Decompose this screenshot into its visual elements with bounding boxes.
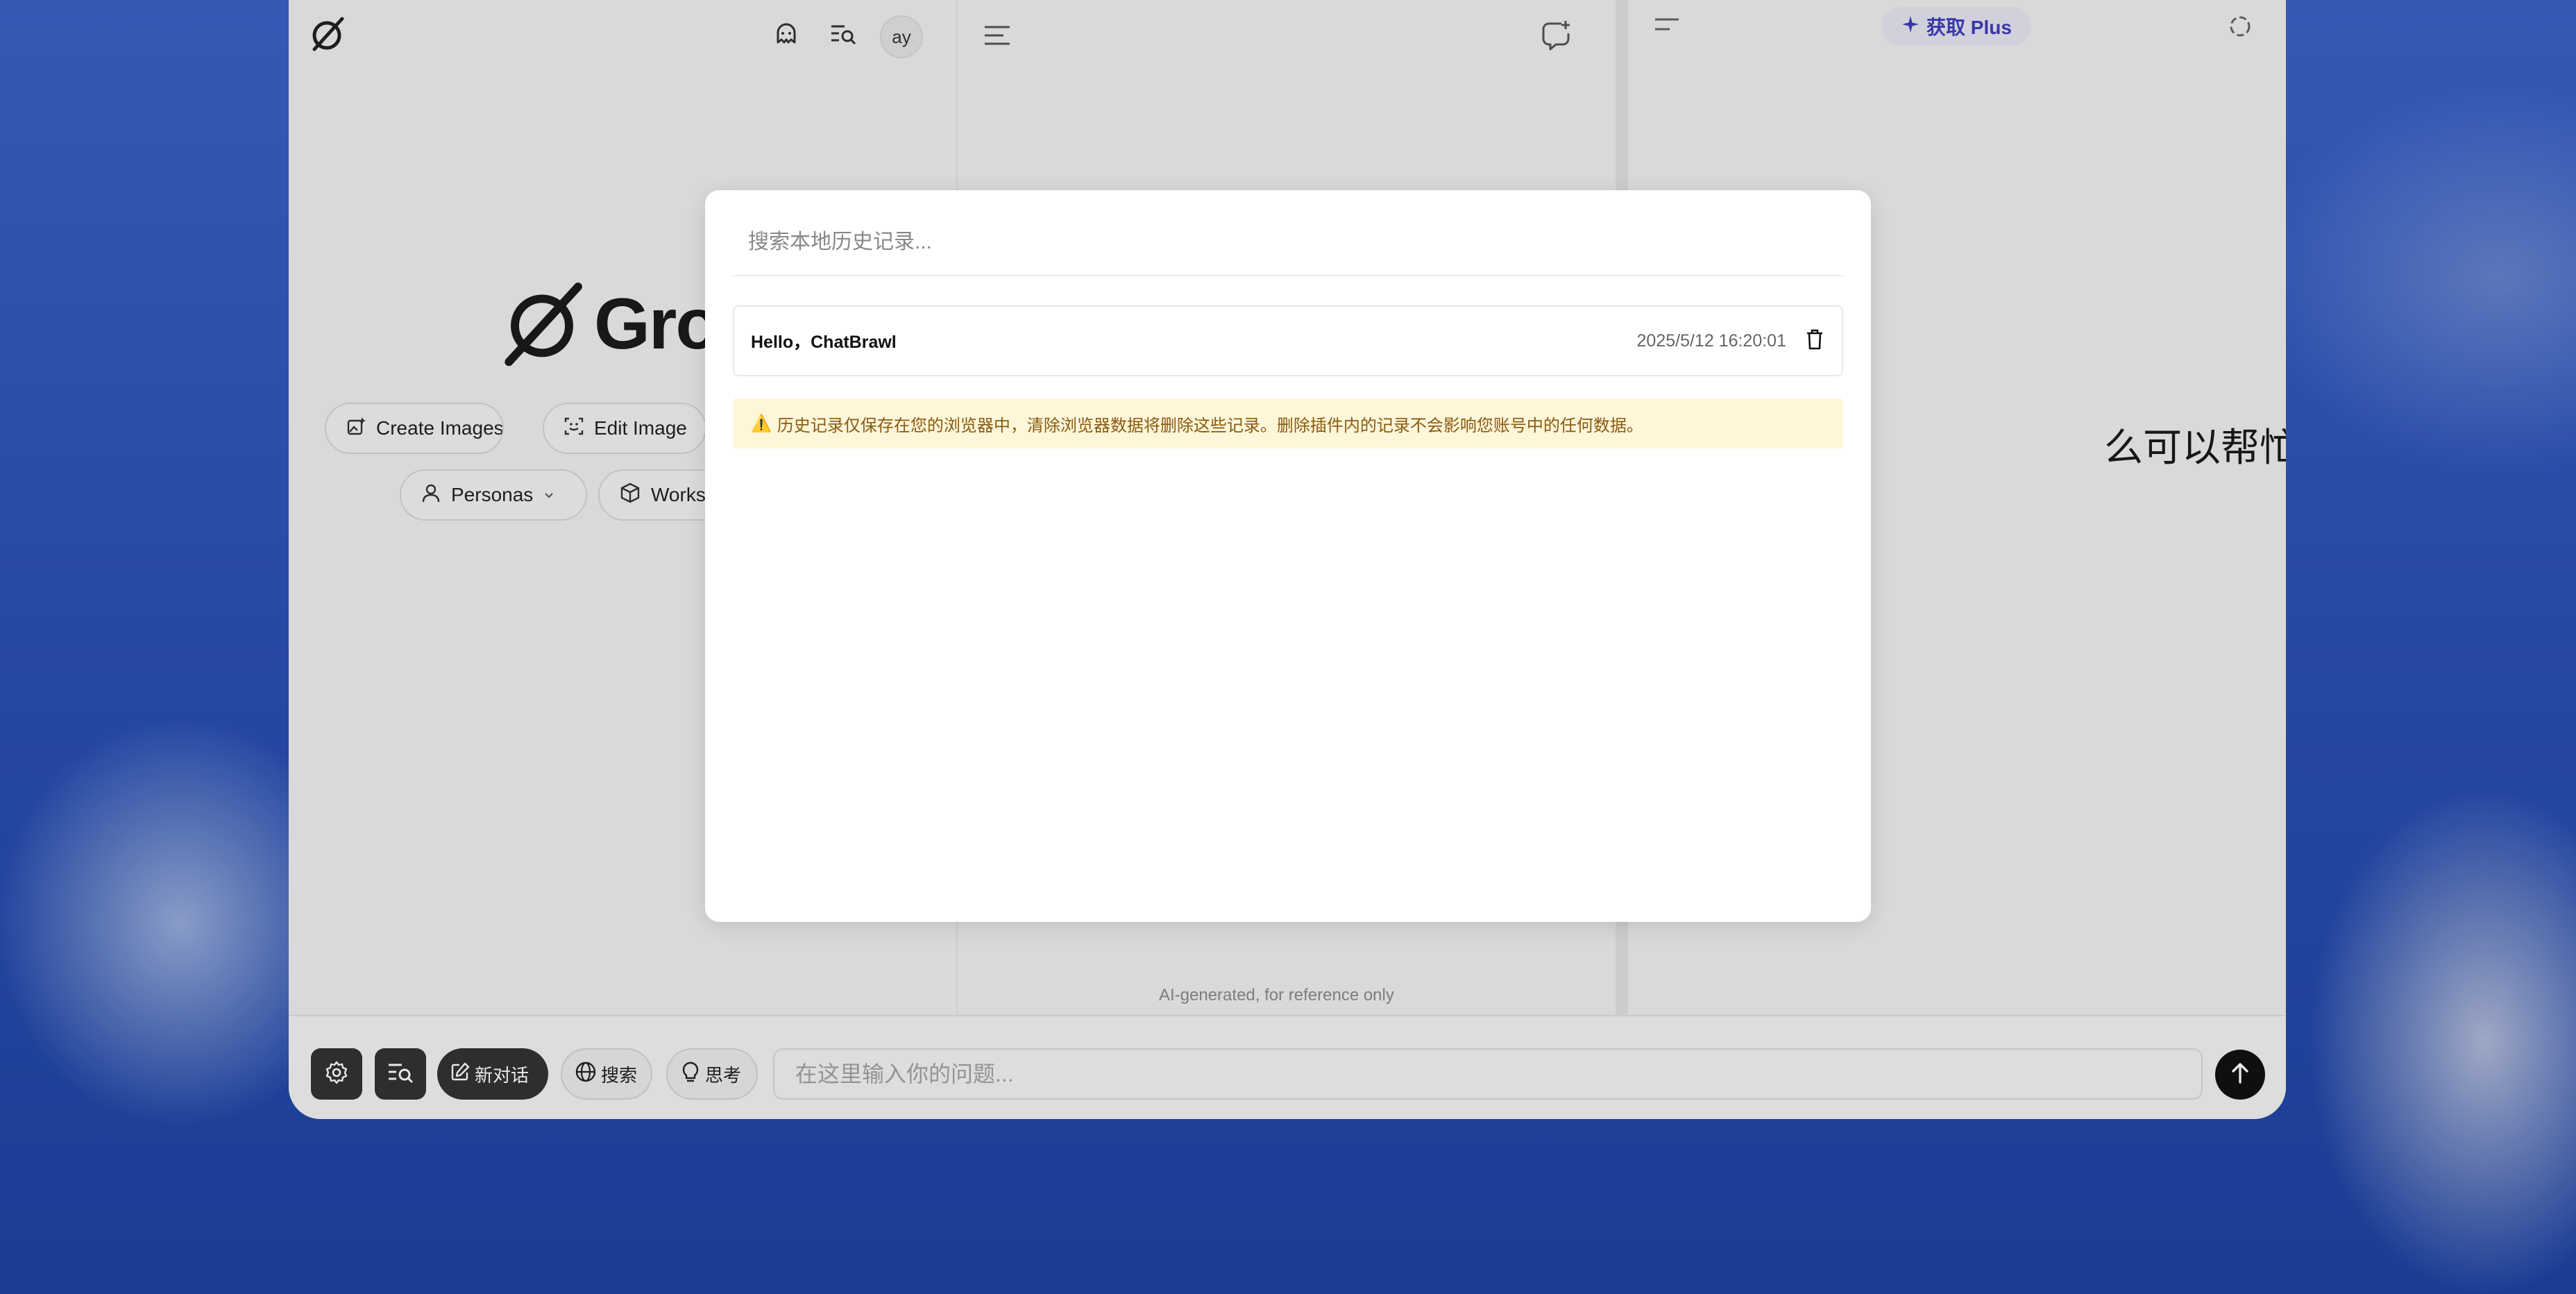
history-modal: Hello，ChatBrawl 2025/5/12 16:20:01 ⚠️ 历史…: [705, 190, 1871, 922]
history-item-time: 2025/5/12 16:20:01: [1636, 330, 1786, 351]
warning-icon: ⚠️: [751, 414, 772, 433]
history-item[interactable]: Hello，ChatBrawl 2025/5/12 16:20:01: [733, 305, 1843, 376]
history-item-title: Hello，ChatBrawl: [751, 333, 897, 352]
trash-icon[interactable]: [1804, 328, 1825, 354]
history-warning: ⚠️ 历史记录仅保存在您的浏览器中，清除浏览器数据将删除这些记录。删除插件内的记…: [733, 398, 1843, 448]
history-warning-text: 历史记录仅保存在您的浏览器中，清除浏览器数据将删除这些记录。删除插件内的记录不会…: [777, 416, 1643, 435]
history-search-input[interactable]: [733, 210, 1843, 276]
